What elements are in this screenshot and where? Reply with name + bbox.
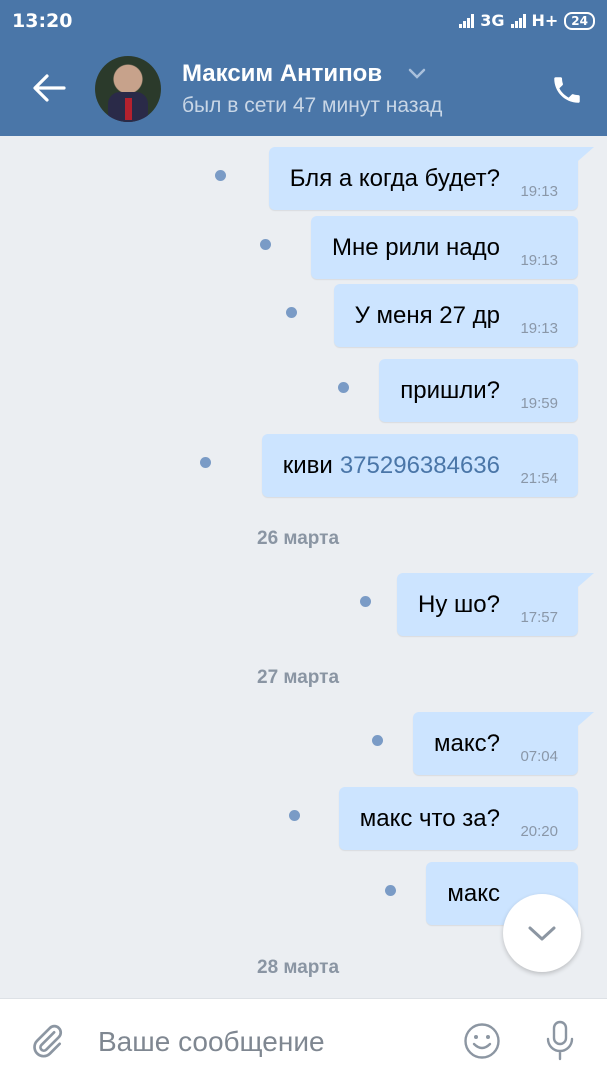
unread-dot [338,382,349,393]
date-separator: 26 марта [257,528,340,549]
voice-message-button[interactable] [541,1019,579,1063]
message-bubble[interactable]: макс что за? 20:20 [338,787,578,850]
message-time: 17:57 [520,609,558,626]
unread-dot [372,735,383,746]
message-bubble[interactable]: Бля а когда будет? 19:13 [268,147,595,210]
message-bubble[interactable]: киви 375296384636 21:54 [261,434,578,497]
message-text: киви [282,451,333,479]
network-type: 3G [480,11,505,30]
message-text: Ну шо? [418,590,500,618]
paperclip-icon [33,1024,63,1058]
unread-dot [215,170,226,181]
call-button[interactable] [550,73,584,107]
signal-icon [459,13,475,28]
unread-dot [360,596,371,607]
message-text: У меня 27 др [354,301,500,329]
message-time: 19:13 [520,320,558,337]
message-bubble[interactable]: Ну шо? 17:57 [397,573,594,636]
message-composer [0,998,607,1081]
battery-icon: 24 [564,11,595,30]
message-text: макс? [434,729,500,757]
date-separator: 28 марта [257,957,340,978]
scroll-to-bottom-button[interactable] [503,894,581,972]
unread-dot [289,810,300,821]
message-time: 19:13 [520,183,558,200]
signal-icon [510,13,526,28]
message-bubble[interactable]: пришли? 19:59 [379,359,578,422]
emoji-button[interactable] [462,1021,502,1061]
message-link[interactable]: 375296384636 [340,452,500,480]
message-time: 07:04 [520,748,558,765]
message-text: пришли? [400,376,500,404]
chat-header: Максим Антипов был в сети 47 минут назад [0,40,607,136]
unread-dot [200,457,211,468]
back-arrow-icon [33,74,66,102]
message-time: 20:20 [520,823,558,840]
contact-name[interactable]: Максим Антипов [182,60,382,88]
chevron-down-icon[interactable] [408,68,426,80]
status-indicators: 3G H+ 24 [459,11,595,30]
message-text: макс что за? [359,804,500,832]
message-text: Бля а когда будет? [289,164,500,192]
message-text: макс [447,879,500,907]
back-button[interactable] [28,70,68,106]
network-type-2: H+ [531,11,559,30]
phone-icon [554,77,580,103]
date-separator: 27 марта [257,667,340,688]
emoji-icon [464,1023,500,1059]
microphone-icon [546,1020,574,1061]
status-time: 13:20 [12,10,73,32]
message-bubble[interactable]: У меня 27 др 19:13 [333,284,578,347]
message-input[interactable] [96,1019,450,1065]
unread-dot [385,885,396,896]
chevron-down-icon [528,926,556,941]
status-bar: 13:20 3G H+ 24 [0,0,607,40]
message-bubble[interactable]: макс? 07:04 [413,712,594,775]
unread-dot [286,307,297,318]
message-text: Мне рили надо [331,233,500,261]
avatar[interactable] [95,56,161,122]
last-seen-status: был в сети 47 минут назад [182,94,443,117]
message-list[interactable]: Бля а когда будет? 19:13 Мне рили надо 1… [0,136,607,998]
message-time: 21:54 [520,470,558,487]
unread-dot [260,239,271,250]
attach-button[interactable] [28,1022,66,1060]
message-time: 19:59 [520,395,558,412]
message-time: 19:13 [520,252,558,269]
message-bubble[interactable]: Мне рили надо 19:13 [310,216,578,279]
